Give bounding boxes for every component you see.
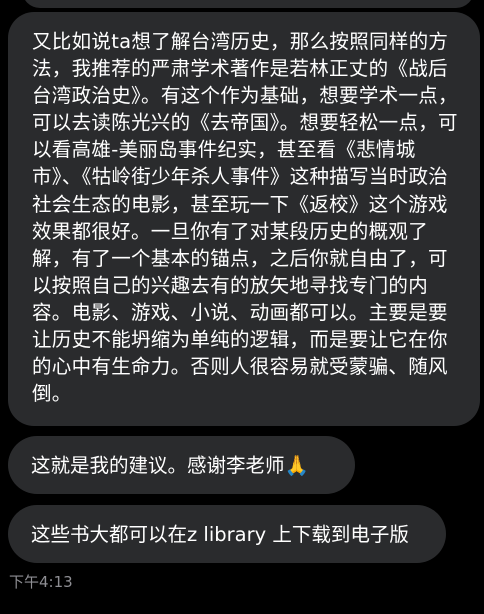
message-bubble-zlibrary[interactable]: 这些书大都可以在z library 上下载到电子版 [8,505,446,563]
message-bubble-thanks[interactable]: 这就是我的建议。感谢李老师🙏 [8,436,355,494]
previous-message-bubble[interactable] [22,0,474,8]
message-timestamp: 下午4:13 [9,573,73,591]
message-bubble-history-recommendation[interactable]: 又比如说ta想了解台湾历史，那么按照同样的方法，我推荐的严肃学术著作是若林正丈的… [8,12,480,426]
